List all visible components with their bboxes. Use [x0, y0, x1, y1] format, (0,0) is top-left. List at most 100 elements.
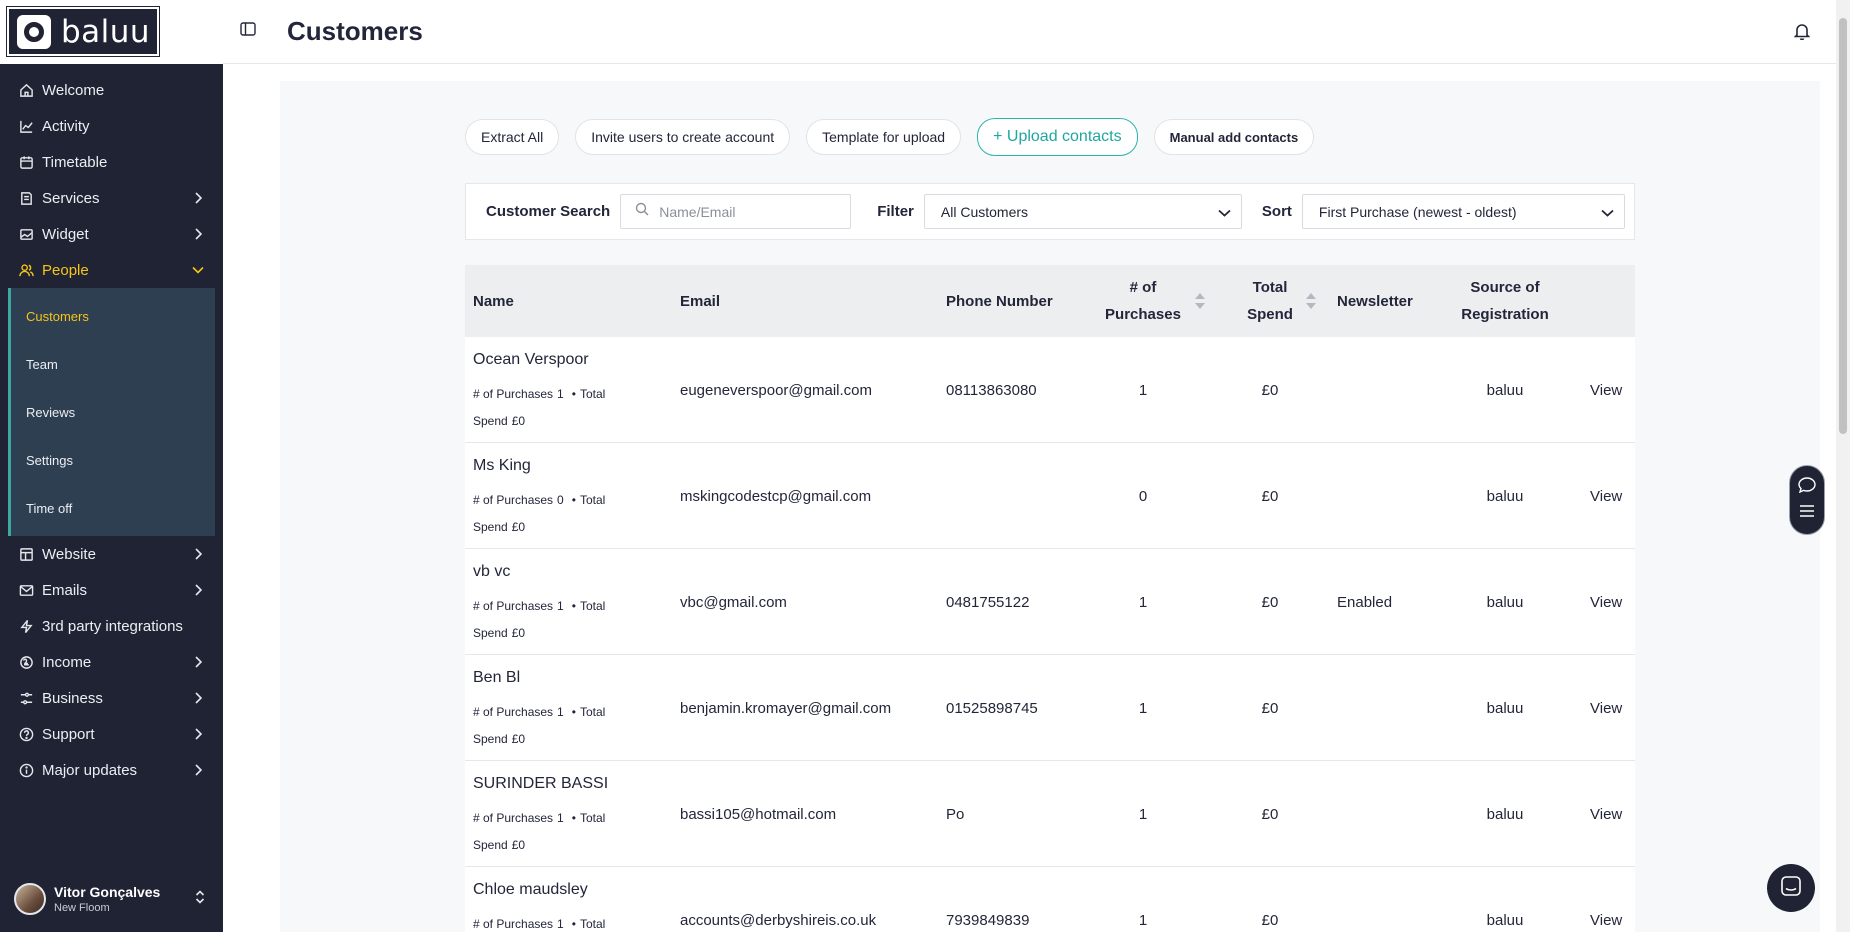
sidebar-item-welcome[interactable]: Welcome — [0, 72, 223, 108]
header-purchases[interactable]: # of Purchases — [1095, 265, 1191, 337]
view-customer-link[interactable]: View — [1590, 655, 1622, 761]
sidebar-item-label: Income — [42, 653, 92, 671]
sidebar-item-support[interactable]: Support — [0, 716, 223, 752]
bullet-icon: • — [571, 493, 576, 507]
customer-meta: # of Purchases1 •Total Spend£0 — [473, 805, 643, 859]
view-customer-link[interactable]: View — [1590, 761, 1622, 867]
meta-spend-value: £0 — [511, 838, 526, 852]
meta-total-label: Total — [579, 917, 606, 931]
user-menu[interactable]: Vitor Gonçalves New Floom — [0, 866, 223, 932]
table-row: Ben Bl # of Purchases 1 • Total Spend £0 benjam… — [465, 655, 1635, 761]
sidebar-item-label: 3rd party integrations — [42, 617, 183, 635]
meta-purchases-label: # of Purchases — [473, 811, 554, 825]
bullet-icon: • — [571, 705, 576, 719]
customer-name-cell: vb vc # of Purchases 1 • Total Spend £0 — [473, 563, 643, 647]
sidebar-item-people[interactable]: People — [0, 252, 223, 288]
sidebar-item-label: Timetable — [42, 153, 108, 171]
header-total-spend[interactable]: Total Spend — [1230, 265, 1310, 337]
meta-spend-value: £0 — [511, 520, 526, 534]
invite-users-button[interactable]: Invite users to create account — [575, 119, 791, 155]
sidebar-item-services[interactable]: Services — [0, 180, 223, 216]
sidebar-item-integrations[interactable]: 3rd party integrations — [0, 608, 223, 644]
manual-add-contacts-button[interactable]: Manual add contacts — [1153, 119, 1315, 155]
book-icon — [18, 190, 34, 206]
chat-bubble-icon[interactable] — [1798, 477, 1816, 498]
help-icon — [18, 726, 34, 742]
customer-email: accounts@derbyshireis.co.uk — [680, 911, 877, 929]
customer-name-cell: Ms King # of Purchases 0 • Total Spend £0 — [473, 457, 643, 541]
search-label: Customer Search — [486, 203, 611, 220]
customer-source: baluu — [1486, 699, 1524, 717]
chevron-right-icon — [191, 764, 205, 776]
view-customer-link[interactable]: View — [1590, 443, 1622, 549]
customer-email: bassi105@hotmail.com — [680, 805, 837, 823]
sort-label: Sort — [1261, 203, 1292, 220]
sidebar-item-label: Support — [42, 725, 95, 743]
logo-mark-icon — [17, 14, 51, 49]
menu-icon[interactable] — [1799, 504, 1815, 523]
filter-value: All Customers — [940, 203, 1029, 220]
sort-purchases-icon[interactable] — [1194, 265, 1206, 337]
sliders-icon — [18, 690, 34, 706]
logo[interactable]: baluu — [6, 6, 160, 57]
home-icon — [18, 82, 34, 98]
view-customer-link[interactable]: View — [1590, 337, 1622, 443]
image-icon — [18, 226, 34, 242]
sidebar-toggle-button[interactable] — [223, 22, 273, 41]
search-box — [620, 194, 852, 229]
sidebar-item-widget[interactable]: Widget — [0, 216, 223, 252]
customer-purchases: 1 — [1138, 805, 1148, 823]
customer-name: Ms King — [473, 457, 531, 474]
coin-icon — [18, 654, 34, 670]
meta-purchases-label: # of Purchases — [473, 917, 554, 931]
sidebar-item-major-updates[interactable]: Major updates — [0, 752, 223, 788]
calendar-icon — [18, 154, 34, 170]
extract-all-button[interactable]: Extract All — [465, 119, 560, 155]
chevron-right-icon — [191, 192, 205, 204]
sidebar: baluu Welcome Activity Timetable Service… — [0, 0, 223, 932]
header-phone: Phone Number — [946, 292, 1053, 310]
sidebar-subitem-customers[interactable]: Customers — [11, 292, 215, 340]
sidebar-item-website[interactable]: Website — [0, 536, 223, 572]
sidebar-nav: Welcome Activity Timetable Services Widg… — [0, 64, 223, 788]
meta-purchases-value: 1 — [557, 917, 564, 931]
sort-select[interactable]: First Purchase (newest - oldest) — [1301, 194, 1625, 229]
support-chat-button[interactable] — [1767, 864, 1815, 912]
sidebar-item-business[interactable]: Business — [0, 680, 223, 716]
filter-select[interactable]: All Customers — [923, 194, 1242, 229]
view-customer-link[interactable]: View — [1590, 549, 1622, 655]
sidebar-subitem-settings[interactable]: Settings — [11, 436, 215, 484]
action-bar: Extract All Invite users to create accou… — [465, 118, 1315, 156]
customer-phone: Po — [946, 805, 965, 823]
sidebar-item-emails[interactable]: Emails — [0, 572, 223, 608]
customer-meta: # of Purchases1 •Total Spend£0 — [473, 381, 643, 435]
filter-bar: Customer Search Filter All Customers Sor… — [465, 183, 1635, 240]
sidebar-item-income[interactable]: Income — [0, 644, 223, 680]
sort-spend-icon[interactable] — [1305, 265, 1317, 337]
logo-text: baluu — [61, 13, 151, 50]
chevron-right-icon — [191, 548, 205, 560]
customer-total-spend: £0 — [1261, 593, 1279, 611]
scrollbar-thumb[interactable] — [1839, 18, 1847, 434]
sidebar-subitem-team[interactable]: Team — [11, 340, 215, 388]
top-header: Customers — [223, 0, 1836, 64]
search-input[interactable] — [659, 203, 840, 220]
page-scrollbar[interactable] — [1836, 0, 1850, 932]
bolt-icon — [18, 618, 34, 634]
bell-icon[interactable] — [1793, 22, 1811, 45]
meta-purchases-value: 1 — [557, 387, 564, 401]
header-newsletter: Newsletter — [1337, 292, 1413, 310]
view-customer-link[interactable]: View — [1590, 867, 1622, 932]
template-upload-button[interactable]: Template for upload — [806, 119, 962, 155]
chevron-right-icon — [191, 656, 205, 668]
upload-contacts-button[interactable]: + Upload contacts — [977, 118, 1138, 156]
sidebar-item-activity[interactable]: Activity — [0, 108, 223, 144]
chevron-up-down-icon — [195, 889, 209, 909]
sidebar-item-timetable[interactable]: Timetable — [0, 144, 223, 180]
sidebar-subitem-reviews[interactable]: Reviews — [11, 388, 215, 436]
customer-total-spend: £0 — [1261, 487, 1279, 505]
sidebar-subitem-time-off[interactable]: Time off — [11, 484, 215, 532]
meta-spend-label: Spend — [473, 732, 508, 746]
info-icon — [18, 762, 34, 778]
sidebar-item-label: Emails — [42, 581, 88, 599]
